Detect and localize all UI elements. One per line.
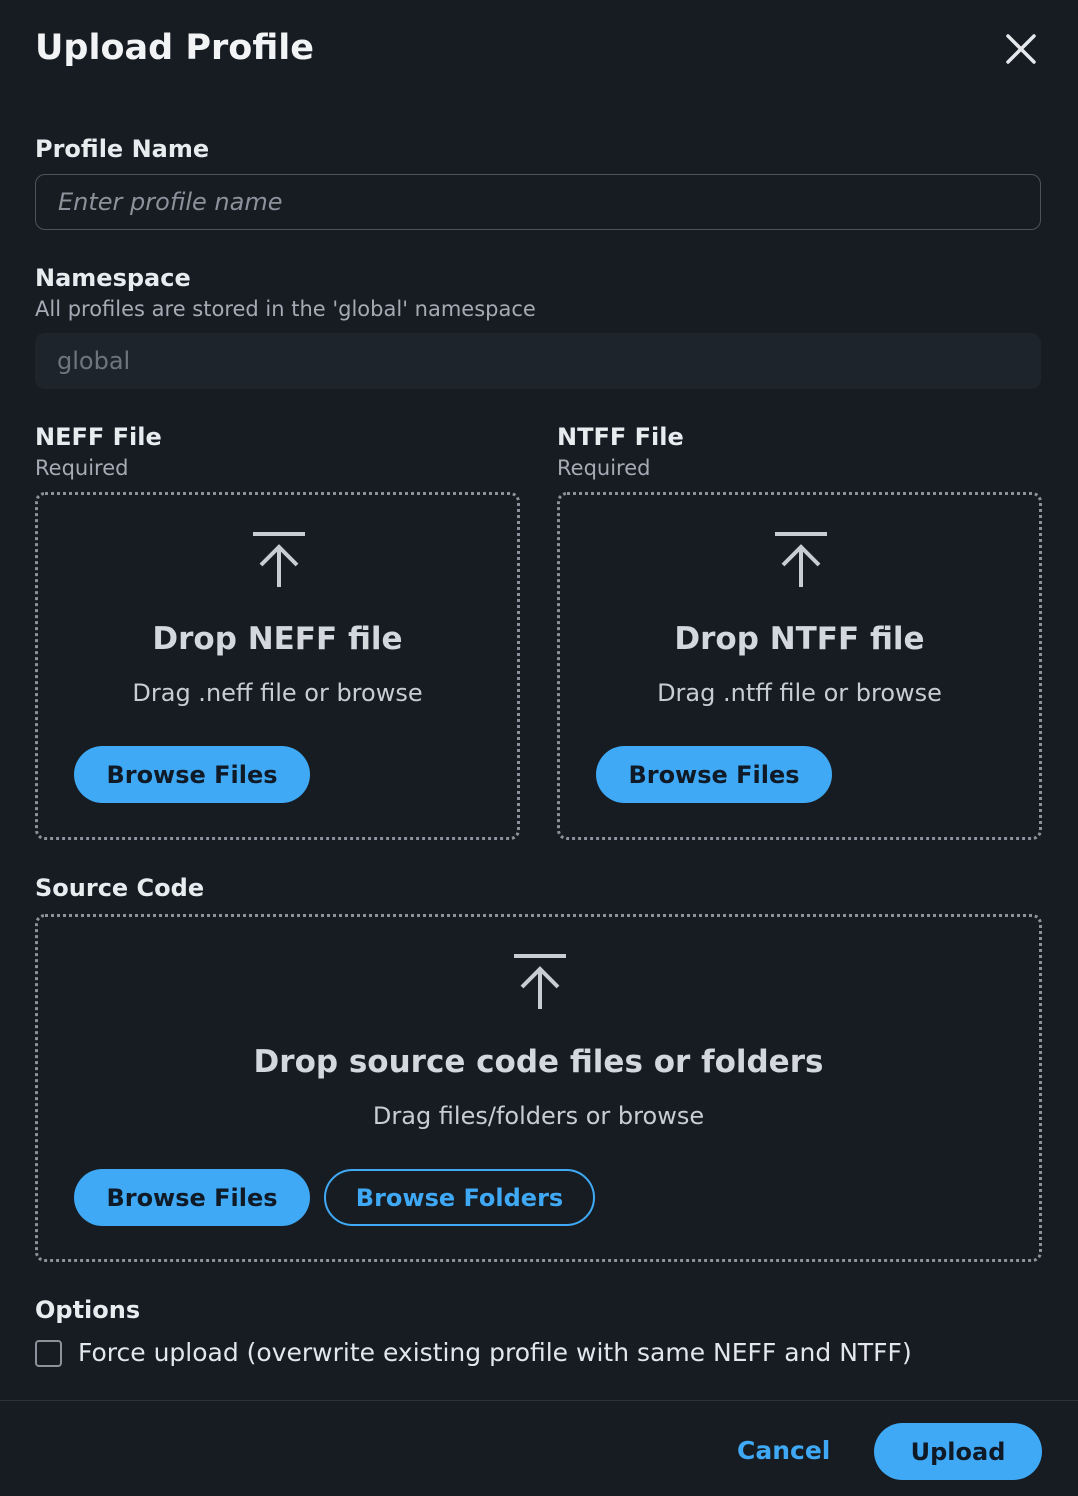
ntff-drop-zone[interactable]: Drop NTFF file Drag .ntff file or browse… <box>557 492 1042 840</box>
source-code-drop-title: Drop source code files or folders <box>253 1044 824 1080</box>
neff-drop-subtitle: Drag .neff file or browse <box>132 679 423 707</box>
neff-required-label: Required <box>35 456 129 480</box>
ntff-file-label: NTFF File <box>557 423 684 451</box>
neff-drop-zone[interactable]: Drop NEFF file Drag .neff file or browse… <box>35 492 520 840</box>
footer-divider <box>0 1400 1078 1401</box>
namespace-description: All profiles are stored in the 'global' … <box>35 297 536 321</box>
ntff-required-label: Required <box>557 456 651 480</box>
source-code-drop-subtitle: Drag files/folders or browse <box>372 1102 705 1130</box>
ntff-drop-subtitle: Drag .ntff file or browse <box>657 679 942 707</box>
options-label: Options <box>35 1296 141 1324</box>
upload-profile-dialog: Upload Profile Profile Name Namespace Al… <box>0 0 1078 1496</box>
dialog-title: Upload Profile <box>35 28 315 68</box>
upload-icon <box>775 532 827 587</box>
namespace-label: Namespace <box>35 264 191 292</box>
force-upload-label[interactable]: Force upload (overwrite existing profile… <box>78 1338 912 1367</box>
neff-file-label: NEFF File <box>35 423 162 451</box>
neff-drop-title: Drop NEFF file <box>152 621 403 657</box>
source-code-drop-zone[interactable]: Drop source code files or folders Drag f… <box>35 914 1042 1262</box>
ntff-browse-files-button[interactable]: Browse Files <box>596 746 832 803</box>
ntff-drop-title: Drop NTFF file <box>674 621 925 657</box>
profile-name-label: Profile Name <box>35 135 210 163</box>
upload-button[interactable]: Upload <box>874 1423 1042 1480</box>
cancel-button[interactable]: Cancel <box>737 1436 830 1465</box>
source-browse-files-button[interactable]: Browse Files <box>74 1169 310 1226</box>
upload-icon <box>253 532 305 587</box>
upload-icon <box>514 954 566 1009</box>
neff-browse-files-button[interactable]: Browse Files <box>74 746 310 803</box>
force-upload-checkbox[interactable] <box>35 1340 62 1367</box>
source-browse-folders-button[interactable]: Browse Folders <box>324 1169 595 1226</box>
source-code-label: Source Code <box>35 874 205 902</box>
namespace-field: global <box>35 333 1041 389</box>
profile-name-input[interactable] <box>35 174 1041 230</box>
close-icon[interactable] <box>1000 28 1042 70</box>
